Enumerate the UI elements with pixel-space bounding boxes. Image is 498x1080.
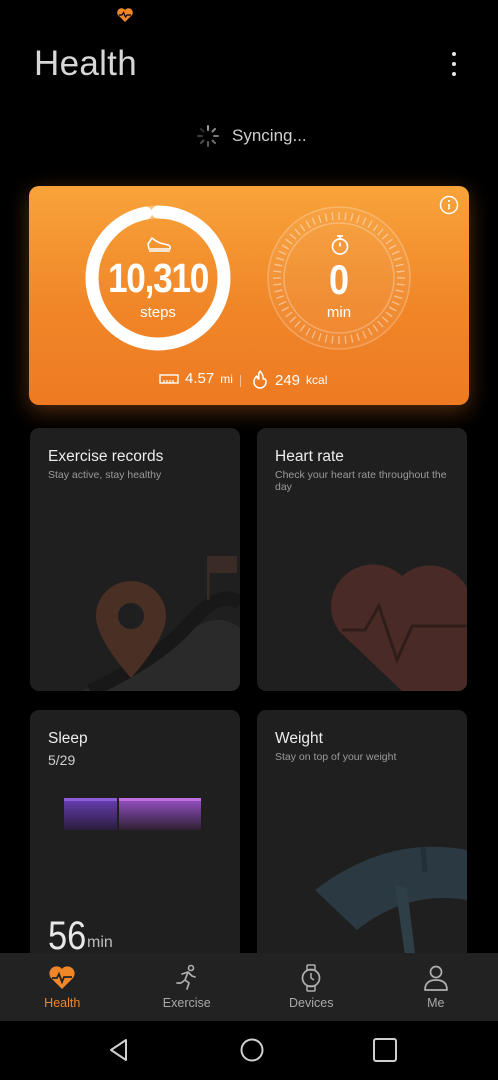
running-icon — [175, 964, 196, 990]
sleep-card[interactable]: Sleep 5/29 56 min — [30, 710, 240, 970]
weight-card[interactable]: Weight Stay on top of your weight — [257, 710, 467, 970]
heart-rate-card[interactable]: Heart rate Check your heart rate through… — [257, 428, 467, 691]
exercise-records-card[interactable]: Exercise records Stay active, stay healt… — [30, 428, 240, 691]
shoe-icon — [147, 237, 172, 252]
nav-devices[interactable]: Devices — [249, 953, 374, 1021]
status-heart-icon — [117, 8, 133, 22]
distance-metric: 4.57 mi — [159, 370, 233, 387]
heart-rate-card-subtitle: Check your heart rate throughout the day — [275, 469, 447, 493]
sync-text: Syncing... — [232, 126, 307, 145]
exercise-card-title: Exercise records — [48, 448, 164, 465]
watch-icon — [301, 964, 321, 992]
sync-status: Syncing... — [196, 124, 307, 148]
more-vertical-icon — [452, 52, 456, 56]
nav-health[interactable]: Health — [0, 953, 125, 1021]
nav-me[interactable]: Me — [374, 953, 498, 1021]
flame-icon — [253, 370, 267, 389]
active-minutes-unit: min — [326, 304, 352, 321]
ring-tick — [344, 335, 347, 344]
bottom-navigation: Health Exercise Devices Me — [0, 953, 498, 1021]
metric-divider — [240, 375, 241, 387]
stopwatch-icon — [331, 235, 349, 255]
calories-unit: kcal — [306, 373, 328, 387]
nav-me-label: Me — [427, 996, 445, 1010]
ruler-icon — [159, 373, 179, 384]
exercise-card-subtitle: Stay active, stay healthy — [48, 469, 162, 481]
sleep-stage-chart — [64, 798, 201, 830]
steps-unit: steps — [140, 304, 176, 321]
heart-pulse-icon — [331, 564, 467, 691]
location-pin-icon — [80, 556, 240, 691]
system-navigation-bar — [0, 1021, 498, 1080]
ring-tick — [344, 212, 347, 221]
health-heart-icon — [49, 966, 75, 989]
home-icon[interactable] — [239, 1037, 265, 1063]
info-icon[interactable] — [439, 195, 459, 215]
person-icon — [423, 965, 448, 991]
sleep-date: 5/29 — [48, 752, 76, 768]
ring-tick — [331, 212, 334, 221]
nav-health-label: Health — [44, 996, 81, 1010]
active-minutes-value: 0 — [328, 256, 350, 303]
more-options-button[interactable] — [446, 52, 462, 82]
heart-rate-card-title: Heart rate — [275, 448, 344, 465]
activity-summary-card[interactable]: 10,310 steps 0 min 4.57 mi 249 kcal — [29, 186, 469, 405]
nav-exercise-label: Exercise — [162, 996, 211, 1010]
calories-metric: 249 kcal — [251, 370, 327, 390]
distance-unit: mi — [220, 371, 233, 386]
ring-tick — [331, 335, 334, 344]
steps-value: 10,310 — [107, 255, 209, 301]
scale-gauge-icon — [315, 846, 467, 970]
sleep-duration-unit: min — [87, 934, 113, 951]
distance-value: 4.57 — [185, 370, 215, 387]
recents-icon[interactable] — [372, 1037, 398, 1063]
sleep-card-title: Sleep — [48, 730, 88, 747]
nav-exercise[interactable]: Exercise — [125, 953, 250, 1021]
calories-value: 249 — [275, 371, 301, 389]
weight-card-subtitle: Stay on top of your weight — [275, 751, 397, 763]
spinner-icon — [197, 125, 219, 147]
weight-card-title: Weight — [275, 730, 323, 747]
back-icon[interactable] — [106, 1037, 132, 1063]
nav-devices-label: Devices — [289, 996, 334, 1010]
page-title: Health — [34, 44, 137, 83]
